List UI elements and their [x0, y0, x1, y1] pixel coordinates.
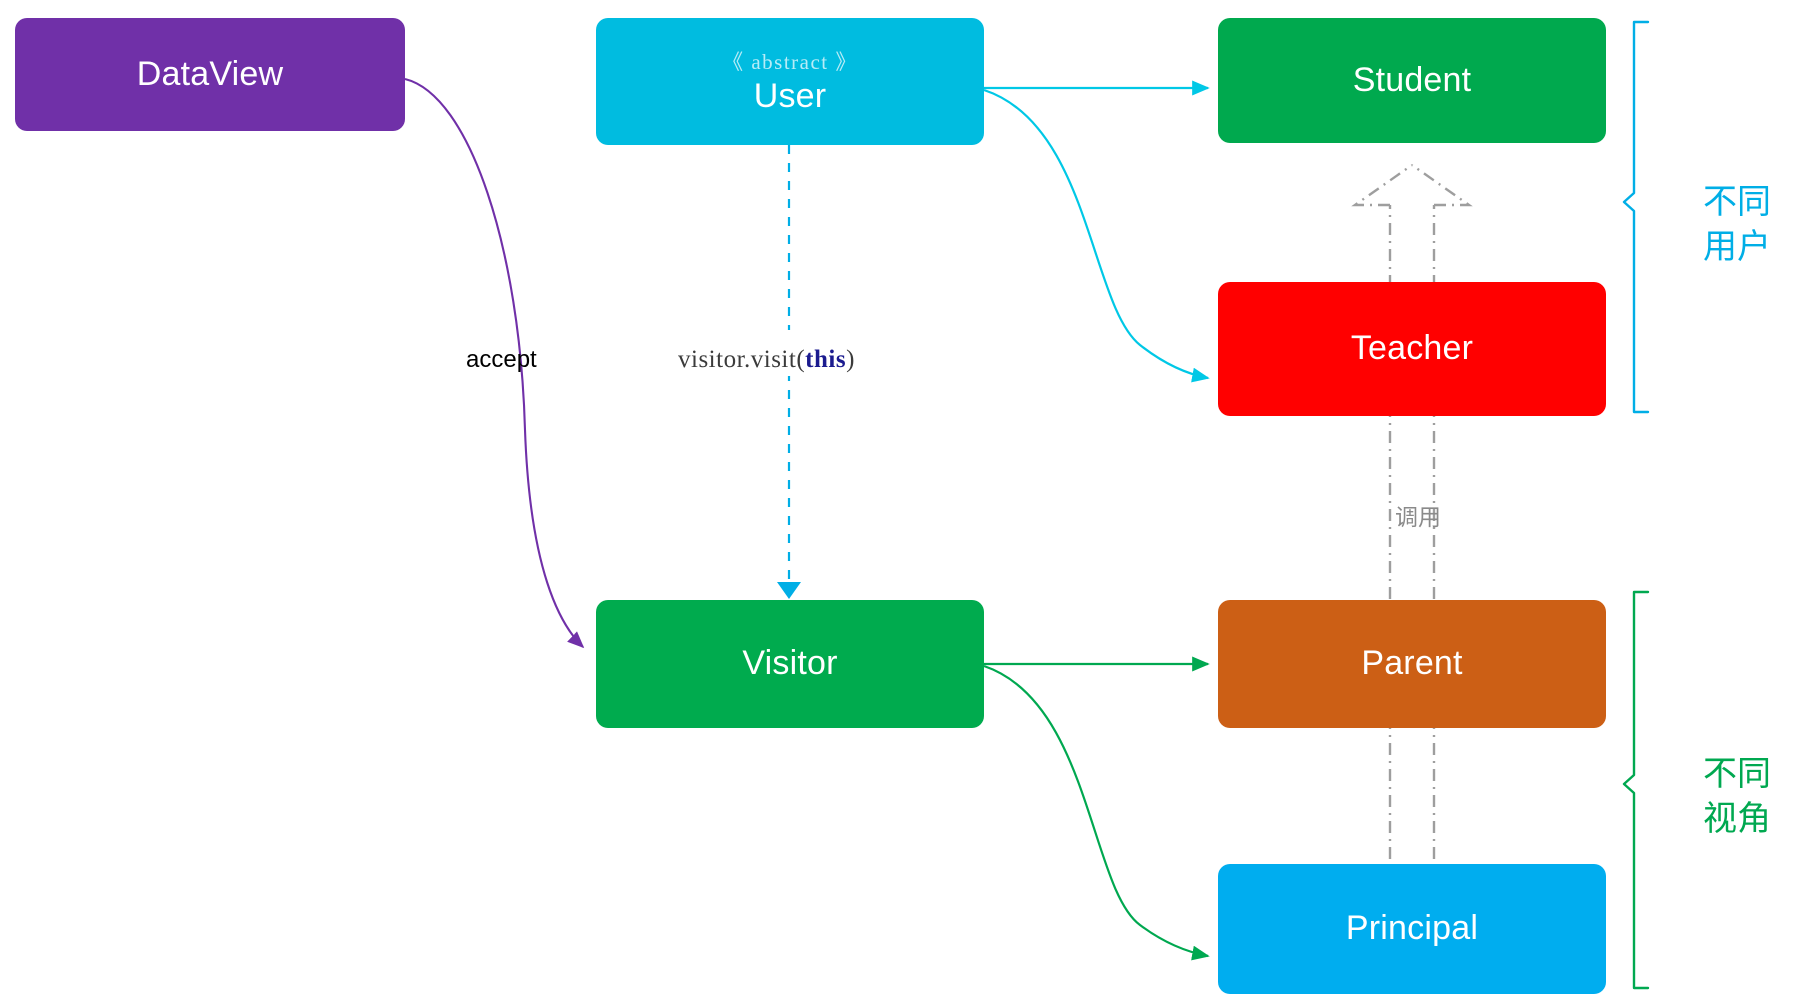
edge-user-to-teacher: [983, 88, 1210, 383]
group-bracket-users: [1622, 20, 1650, 414]
node-student-label: Student: [1352, 60, 1472, 99]
node-parent[interactable]: Parent: [1218, 600, 1606, 728]
node-teacher-label: Teacher: [1350, 329, 1474, 368]
edge-layer: Visitor : accept (purple S-curve) --> St…: [404, 20, 1650, 990]
node-student[interactable]: Student: [1218, 18, 1606, 143]
node-dataview-label: DataView: [136, 54, 284, 93]
edge-call: [1351, 164, 1473, 887]
group-label-users: 不同 用户: [1703, 180, 1771, 270]
edge-label-call: 调用: [1395, 502, 1441, 533]
node-user-stereotype: 《 abstract 》: [722, 50, 858, 75]
group-label-users-line1: 不同: [1703, 183, 1771, 221]
node-parent-label: Parent: [1361, 644, 1463, 683]
edge-visitor-to-principal: [983, 664, 1210, 961]
node-dataview[interactable]: DataView: [15, 18, 405, 131]
edge-label-visit-prefix: visitor.visit(: [678, 346, 806, 373]
edge-label-visit: visitor.visit(this): [672, 344, 861, 376]
label-layer: accept visitor.visit(this) 调用 不同 用户 不同 视…: [0, 0, 1803, 994]
group-label-views: 不同 视角: [1703, 752, 1771, 842]
edge-label-visit-keyword: this: [805, 346, 847, 373]
node-principal-label: Principal: [1345, 909, 1479, 948]
node-principal[interactable]: Principal: [1218, 864, 1606, 994]
group-label-views-line2: 视角: [1703, 799, 1771, 838]
node-teacher[interactable]: Teacher: [1218, 282, 1606, 416]
node-user-label: User: [753, 77, 827, 116]
group-label-views-line1: 不同: [1703, 755, 1771, 793]
edge-label-visit-suffix: ): [846, 346, 855, 373]
group-label-users-line2: 用户: [1703, 227, 1771, 266]
node-visitor-label: Visitor: [742, 644, 838, 683]
edge-accept: [404, 77, 585, 649]
node-visitor[interactable]: Visitor: [596, 600, 984, 728]
edge-visit-arrowhead: [777, 582, 801, 599]
group-bracket-views: [1622, 590, 1650, 990]
edge-label-accept: accept: [466, 346, 537, 373]
diagram-canvas: Visitor : accept (purple S-curve) --> St…: [0, 0, 1803, 994]
node-user[interactable]: 《 abstract 》 User: [596, 18, 984, 145]
